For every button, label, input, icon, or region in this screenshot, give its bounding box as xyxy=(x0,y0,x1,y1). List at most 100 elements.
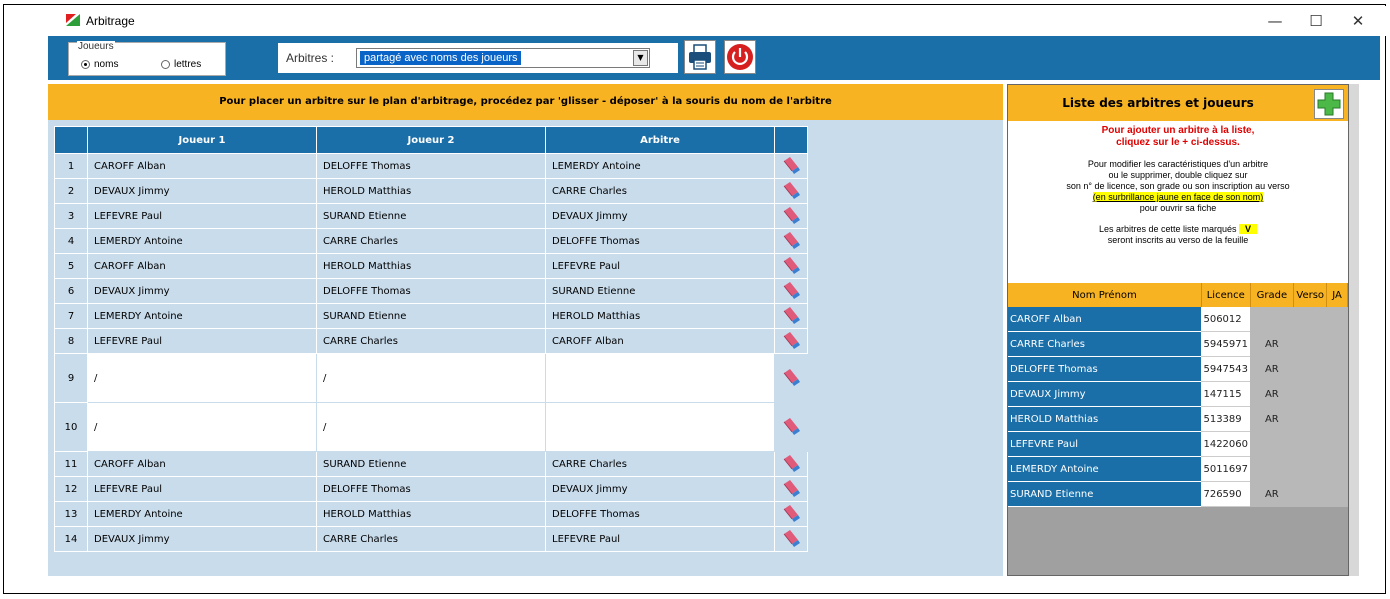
grid-cell-arbitre[interactable]: DEVAUX Jimmy xyxy=(545,203,775,229)
referee-licence[interactable]: 1422060 xyxy=(1201,431,1251,457)
erase-arbitre-button[interactable] xyxy=(774,353,808,403)
close-button[interactable]: ✕ xyxy=(1338,10,1378,32)
arbitres-selector-box: Arbitres : partagé avec noms des joueurs… xyxy=(278,43,678,73)
grid-cell-joueur2: / xyxy=(316,353,546,403)
grid-cell-arbitre[interactable]: CARRE Charles xyxy=(545,451,775,477)
referee-name[interactable]: LEMERDY Antoine xyxy=(1008,456,1202,482)
referee-verso[interactable] xyxy=(1293,406,1327,432)
referee-ja[interactable] xyxy=(1326,456,1348,482)
referee-grade[interactable]: AR xyxy=(1250,331,1294,357)
referee-verso[interactable] xyxy=(1293,331,1327,357)
referee-grade[interactable] xyxy=(1250,431,1294,457)
referee-grade[interactable]: AR xyxy=(1250,406,1294,432)
referee-ja[interactable] xyxy=(1326,406,1348,432)
eraser-icon xyxy=(783,306,800,324)
referee-list-title: Liste des arbitres et joueurs xyxy=(1062,96,1254,110)
referee-verso[interactable] xyxy=(1293,431,1327,457)
referee-licence[interactable]: 513389 xyxy=(1201,406,1251,432)
maximize-button[interactable]: ☐ xyxy=(1296,10,1336,32)
referee-name[interactable]: CARRE Charles xyxy=(1008,331,1202,357)
grid-cell-arbitre[interactable]: LEMERDY Antoine xyxy=(545,153,775,179)
referee-ja[interactable] xyxy=(1326,381,1348,407)
grid-cell-arbitre[interactable]: DELOFFE Thomas xyxy=(545,228,775,254)
referee-row: CAROFF Alban 506012 xyxy=(1008,307,1348,332)
referee-name[interactable]: HEROLD Matthias xyxy=(1008,406,1202,432)
erase-arbitre-button[interactable] xyxy=(774,501,808,527)
grid-cell-arbitre[interactable]: HEROLD Matthias xyxy=(545,303,775,329)
referee-row: DEVAUX Jimmy 147115 AR xyxy=(1008,381,1348,407)
referee-licence[interactable]: 506012 xyxy=(1201,307,1251,332)
grid-cell-arbitre[interactable] xyxy=(545,353,775,403)
erase-arbitre-button[interactable] xyxy=(774,178,808,204)
referee-verso[interactable] xyxy=(1293,307,1327,332)
erase-arbitre-button[interactable] xyxy=(774,253,808,279)
eraser-icon xyxy=(783,256,800,274)
grid-cell-joueur1: DEVAUX Jimmy xyxy=(87,526,317,552)
grid-row: 8 LEFEVRE Paul CARRE Charles CAROFF Alban xyxy=(54,328,808,354)
grid-cell-arbitre[interactable]: SURAND Etienne xyxy=(545,278,775,304)
referee-ja[interactable] xyxy=(1326,481,1348,507)
referee-licence[interactable]: 726590 xyxy=(1201,481,1251,507)
referee-grade[interactable] xyxy=(1250,307,1294,332)
referee-name[interactable]: SURAND Etienne xyxy=(1008,481,1202,507)
referee-row: SURAND Etienne 726590 AR xyxy=(1008,481,1348,507)
erase-arbitre-button[interactable] xyxy=(774,303,808,329)
referee-name[interactable]: CAROFF Alban xyxy=(1008,307,1202,332)
grid-cell-arbitre[interactable]: CAROFF Alban xyxy=(545,328,775,354)
modify-help-highlight: (en surbrillance jaune en face de son no… xyxy=(1092,192,1264,202)
referee-grade[interactable]: AR xyxy=(1250,481,1294,507)
erase-arbitre-button[interactable] xyxy=(774,451,808,477)
right-panel-scrollbar[interactable] xyxy=(1349,84,1359,576)
quit-button[interactable] xyxy=(724,40,756,74)
referee-name[interactable]: DEVAUX Jimmy xyxy=(1008,381,1202,407)
erase-arbitre-button[interactable] xyxy=(774,228,808,254)
dropdown-arrow-icon[interactable]: ▼ xyxy=(633,50,648,66)
grid-cell-arbitre[interactable]: LEFEVRE Paul xyxy=(545,526,775,552)
erase-arbitre-button[interactable] xyxy=(774,476,808,502)
referee-grade[interactable] xyxy=(1250,456,1294,482)
radio-names-indicator[interactable] xyxy=(81,60,90,69)
referee-licence[interactable]: 147115 xyxy=(1201,381,1251,407)
grid-cell-joueur2: SURAND Etienne xyxy=(316,303,546,329)
grid-cell-joueur1: LEMERDY Antoine xyxy=(87,501,317,527)
minimize-button[interactable]: — xyxy=(1255,10,1295,32)
erase-arbitre-button[interactable] xyxy=(774,526,808,552)
radio-letters[interactable]: lettres xyxy=(161,59,201,70)
col-name-header: Nom Prénom xyxy=(1008,283,1202,307)
referee-ja[interactable] xyxy=(1326,307,1348,332)
referee-ja[interactable] xyxy=(1326,431,1348,457)
erase-arbitre-button[interactable] xyxy=(774,328,808,354)
referee-verso[interactable] xyxy=(1293,481,1327,507)
referee-licence[interactable]: 5947543 xyxy=(1201,356,1251,382)
referee-licence[interactable]: 5945971 xyxy=(1201,331,1251,357)
erase-arbitre-button[interactable] xyxy=(774,402,808,452)
grid-cell-arbitre[interactable]: LEFEVRE Paul xyxy=(545,253,775,279)
grid-row-number: 6 xyxy=(54,278,88,304)
print-button[interactable] xyxy=(684,40,716,74)
referee-name[interactable]: DELOFFE Thomas xyxy=(1008,356,1202,382)
grid-cell-arbitre[interactable] xyxy=(545,402,775,452)
grid-cell-joueur2: HEROLD Matthias xyxy=(316,178,546,204)
erase-arbitre-button[interactable] xyxy=(774,278,808,304)
grid-cell-arbitre[interactable]: CARRE Charles xyxy=(545,178,775,204)
referee-grade[interactable]: AR xyxy=(1250,356,1294,382)
referee-verso[interactable] xyxy=(1293,456,1327,482)
referee-verso[interactable] xyxy=(1293,356,1327,382)
grid-row: 4 LEMERDY Antoine CARRE Charles DELOFFE Tho… xyxy=(54,228,808,254)
referee-ja[interactable] xyxy=(1326,356,1348,382)
grid-cell-arbitre[interactable]: DELOFFE Thomas xyxy=(545,501,775,527)
radio-names[interactable]: noms xyxy=(81,59,118,70)
add-referee-button[interactable] xyxy=(1314,89,1344,119)
referee-verso[interactable] xyxy=(1293,381,1327,407)
referee-ja[interactable] xyxy=(1326,331,1348,357)
radio-letters-indicator[interactable] xyxy=(161,60,170,69)
arbitres-dropdown[interactable]: partagé avec noms des joueurs ▼ xyxy=(356,48,650,68)
erase-arbitre-button[interactable] xyxy=(774,153,808,179)
erase-arbitre-button[interactable] xyxy=(774,203,808,229)
referee-grade[interactable]: AR xyxy=(1250,381,1294,407)
referee-licence[interactable]: 5011697 xyxy=(1201,456,1251,482)
referee-name[interactable]: LEFEVRE Paul xyxy=(1008,431,1202,457)
grid-row-number: 4 xyxy=(54,228,88,254)
window-title: Arbitrage xyxy=(86,14,135,28)
grid-cell-arbitre[interactable]: DEVAUX Jimmy xyxy=(545,476,775,502)
